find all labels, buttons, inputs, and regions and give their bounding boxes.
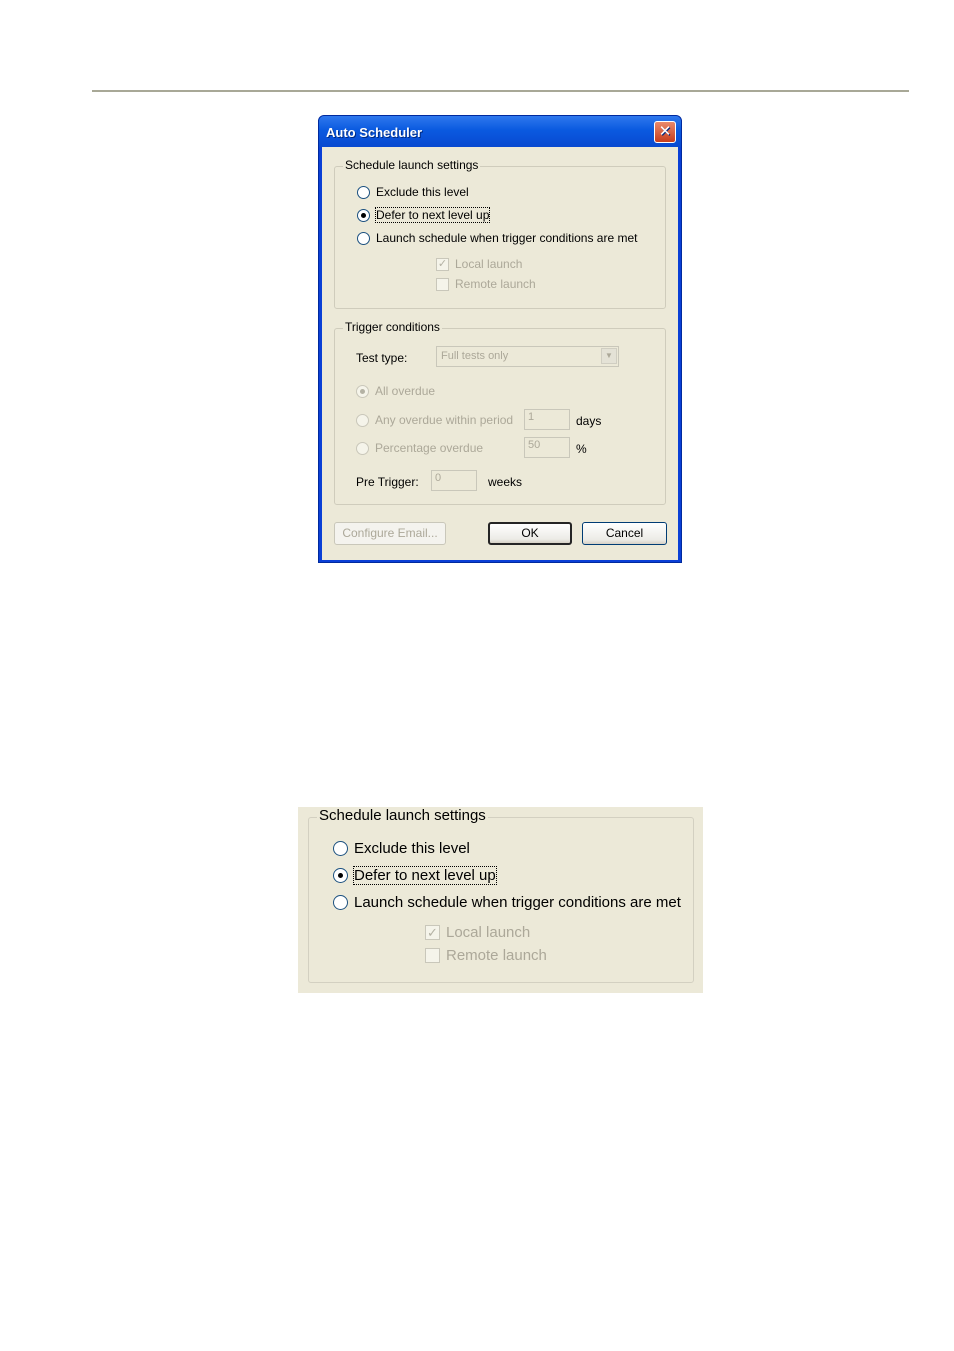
- radio-exclude-level[interactable]: Exclude this level: [357, 185, 469, 199]
- radio-label: Defer to next level up: [353, 866, 497, 885]
- checkbox-label: Local launch: [446, 924, 531, 941]
- radio-icon[interactable]: [356, 384, 369, 398]
- checkbox-local-launch[interactable]: ✓ Local launch: [436, 257, 522, 271]
- checkbox-remote-launch[interactable]: Remote launch: [425, 947, 547, 964]
- radio-label: Exclude this level: [376, 185, 469, 199]
- radio-all-overdue[interactable]: All overdue: [356, 384, 435, 398]
- group-legend: Trigger conditions: [343, 320, 442, 334]
- radio-launch-when-trigger[interactable]: Launch schedule when trigger conditions …: [333, 894, 681, 911]
- pre-trigger-label: Pre Trigger:: [356, 475, 419, 489]
- radio-label: Exclude this level: [354, 840, 470, 857]
- radio-exclude-level[interactable]: Exclude this level: [333, 840, 470, 857]
- ok-button[interactable]: OK: [488, 522, 572, 545]
- percent-unit-label: %: [576, 442, 587, 456]
- dialog-client-area: Schedule launch settings Exclude this le…: [322, 147, 678, 560]
- checkbox-box[interactable]: [436, 277, 449, 291]
- checkbox-remote-launch[interactable]: Remote launch: [436, 277, 536, 291]
- radio-percentage-overdue[interactable]: Percentage overdue: [356, 441, 483, 455]
- radio-icon[interactable]: [357, 208, 370, 222]
- radio-defer-next-level[interactable]: Defer to next level up: [333, 866, 497, 885]
- schedule-launch-settings-group: Schedule launch settings Exclude this le…: [334, 158, 666, 309]
- check-icon[interactable]: ✓: [425, 925, 440, 940]
- radio-icon[interactable]: [357, 185, 370, 199]
- test-type-label: Test type:: [356, 351, 408, 365]
- radio-icon[interactable]: [357, 231, 370, 245]
- schedule-settings-zoom: Schedule launch settings Exclude this le…: [298, 807, 703, 993]
- page-divider: [92, 90, 909, 92]
- radio-label: Any overdue within period: [375, 413, 514, 427]
- dialog-title: Auto Scheduler: [326, 125, 423, 140]
- radio-icon[interactable]: [356, 441, 369, 455]
- dropdown-value: Full tests only: [441, 350, 509, 362]
- radio-icon[interactable]: [356, 413, 369, 427]
- radio-any-overdue[interactable]: Any overdue within period: [356, 413, 513, 427]
- auto-scheduler-dialog: Auto Scheduler ✕ Schedule launch setting…: [318, 115, 682, 563]
- checkbox-label: Remote launch: [446, 947, 547, 964]
- pre-trigger-input[interactable]: 0: [431, 470, 477, 491]
- radio-label: Percentage overdue: [375, 441, 484, 455]
- close-icon[interactable]: ✕: [654, 121, 676, 143]
- group-legend: Schedule launch settings: [317, 807, 488, 824]
- configure-email-button[interactable]: Configure Email...: [334, 522, 446, 545]
- radio-icon[interactable]: [333, 868, 348, 883]
- radio-label: Launch schedule when trigger conditions …: [354, 894, 681, 911]
- checkbox-label: Local launch: [455, 257, 523, 271]
- cancel-button[interactable]: Cancel: [582, 522, 667, 545]
- chevron-down-icon[interactable]: ▼: [601, 348, 617, 364]
- weeks-unit-label: weeks: [488, 475, 523, 489]
- schedule-launch-settings-group: Schedule launch settings Exclude this le…: [308, 807, 694, 983]
- checkbox-label: Remote launch: [455, 277, 536, 291]
- radio-label: Launch schedule when trigger conditions …: [376, 231, 638, 245]
- radio-icon[interactable]: [333, 895, 348, 910]
- radio-label: Defer to next level up: [374, 207, 491, 223]
- any-overdue-period-input[interactable]: 1: [524, 409, 570, 430]
- radio-icon[interactable]: [333, 841, 348, 856]
- group-legend: Schedule launch settings: [343, 158, 481, 172]
- trigger-conditions-group: Trigger conditions Test type: Full tests…: [334, 320, 666, 505]
- checkbox-local-launch[interactable]: ✓ Local launch: [425, 924, 530, 941]
- radio-launch-when-trigger[interactable]: Launch schedule when trigger conditions …: [357, 231, 638, 245]
- radio-defer-next-level[interactable]: Defer to next level up: [357, 207, 491, 223]
- days-unit-label: days: [576, 414, 602, 428]
- dialog-titlebar[interactable]: Auto Scheduler ✕: [319, 116, 681, 147]
- checkbox-box[interactable]: [425, 948, 440, 963]
- radio-label: All overdue: [375, 384, 436, 398]
- test-type-dropdown[interactable]: Full tests only ▼: [436, 346, 619, 367]
- check-icon[interactable]: ✓: [436, 257, 449, 271]
- percentage-overdue-input[interactable]: 50: [524, 437, 570, 458]
